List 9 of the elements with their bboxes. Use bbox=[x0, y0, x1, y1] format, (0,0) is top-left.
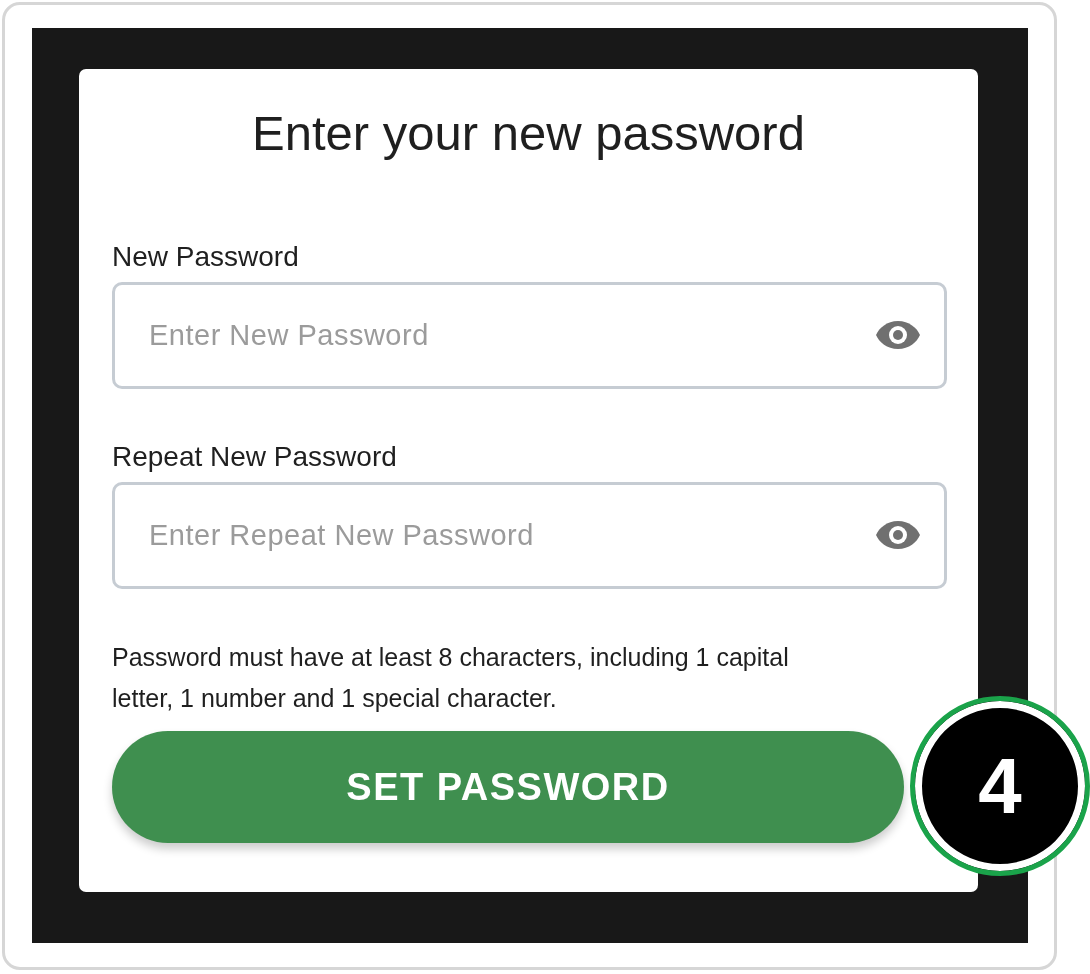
eye-icon[interactable] bbox=[875, 320, 921, 351]
password-hint: Password must have at least 8 characters, including 1 capital letter, 1 number and 1 special character. bbox=[112, 642, 790, 715]
password-field[interactable]: Enter Repeat New Password bbox=[112, 482, 947, 590]
eye-icon[interactable] bbox=[875, 520, 921, 551]
set-password-button[interactable]: SET PASSWORD bbox=[112, 731, 904, 844]
field-label: New Password bbox=[112, 240, 300, 275]
field-label: Repeat New Password bbox=[112, 440, 398, 475]
form-title: Enter your new password bbox=[252, 105, 805, 162]
password-field[interactable]: Enter New Password bbox=[112, 282, 947, 390]
